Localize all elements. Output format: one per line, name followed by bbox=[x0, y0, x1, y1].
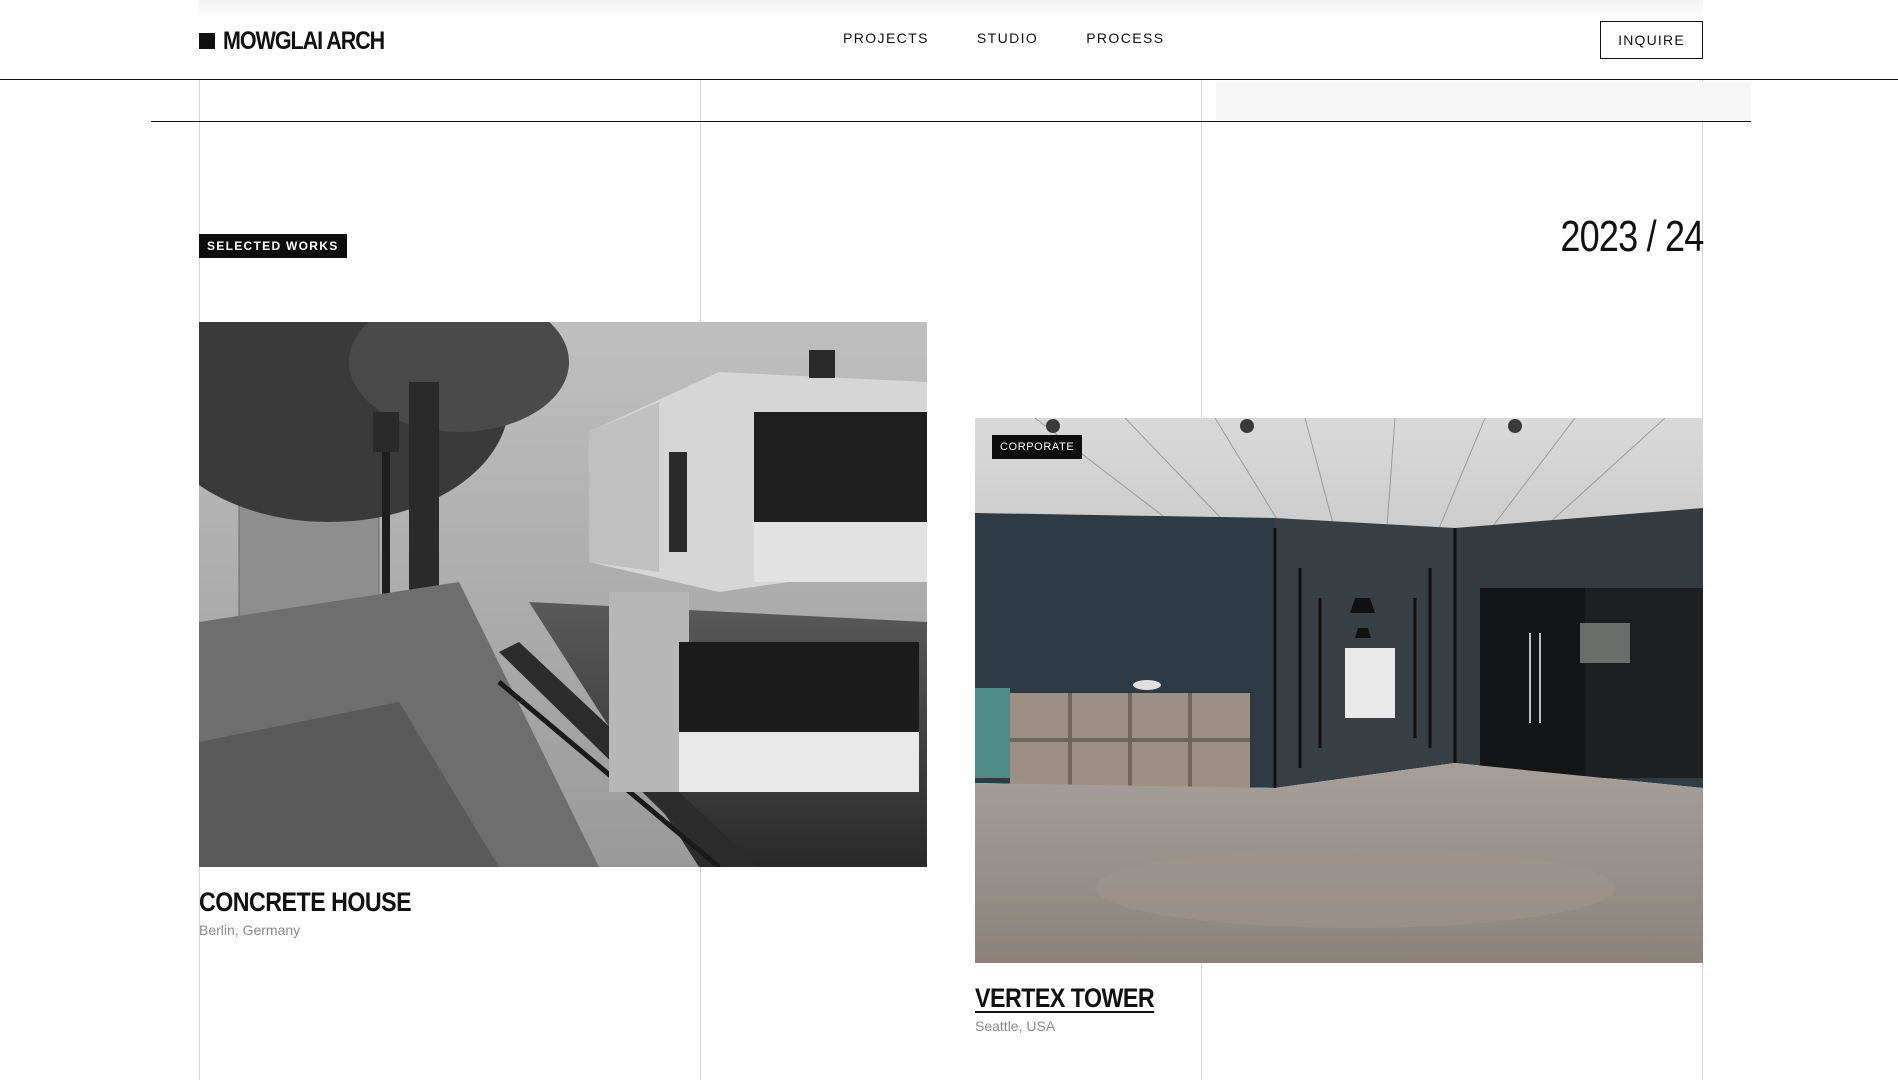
section-tag: SELECTED WORKS bbox=[199, 234, 347, 258]
project-image[interactable] bbox=[199, 322, 927, 867]
concrete-house-photo bbox=[199, 322, 927, 867]
project-card-vertex-tower[interactable]: CORPORATE VERTEX TOWER Seattle, USA bbox=[975, 418, 1703, 1034]
project-title[interactable]: VERTEX TOWER bbox=[975, 983, 1155, 1014]
main-nav: PROJECTS STUDIO PROCESS bbox=[843, 30, 1164, 46]
inquire-button[interactable]: INQUIRE bbox=[1600, 21, 1703, 59]
brand-name: MOWGLAI ARCH bbox=[223, 26, 385, 55]
site-header: MOWGLAI ARCH PROJECTS STUDIO PROCESS INQ… bbox=[0, 0, 1898, 80]
section-year: 2023 / 24 bbox=[1559, 212, 1704, 261]
header-scroll-ghost bbox=[199, 0, 1703, 18]
subbar-divider bbox=[151, 121, 1751, 122]
project-card-concrete-house[interactable]: CONCRETE HOUSE Berlin, Germany bbox=[199, 322, 927, 938]
project-location: Seattle, USA bbox=[975, 1018, 1056, 1034]
nav-link-studio[interactable]: STUDIO bbox=[977, 30, 1038, 46]
subbar-panel bbox=[1216, 82, 1751, 120]
vertex-tower-photo bbox=[975, 418, 1703, 963]
project-title[interactable]: CONCRETE HOUSE bbox=[199, 887, 412, 918]
project-category-badge: CORPORATE bbox=[992, 435, 1083, 459]
brand-logo[interactable]: MOWGLAI ARCH bbox=[199, 24, 410, 58]
nav-link-projects[interactable]: PROJECTS bbox=[843, 30, 929, 46]
project-location: Berlin, Germany bbox=[199, 922, 301, 938]
page: MOWGLAI ARCH PROJECTS STUDIO PROCESS INQ… bbox=[0, 0, 1898, 1080]
brand-square-icon bbox=[199, 33, 215, 49]
project-image[interactable]: CORPORATE bbox=[975, 418, 1703, 963]
nav-link-process[interactable]: PROCESS bbox=[1086, 30, 1164, 46]
